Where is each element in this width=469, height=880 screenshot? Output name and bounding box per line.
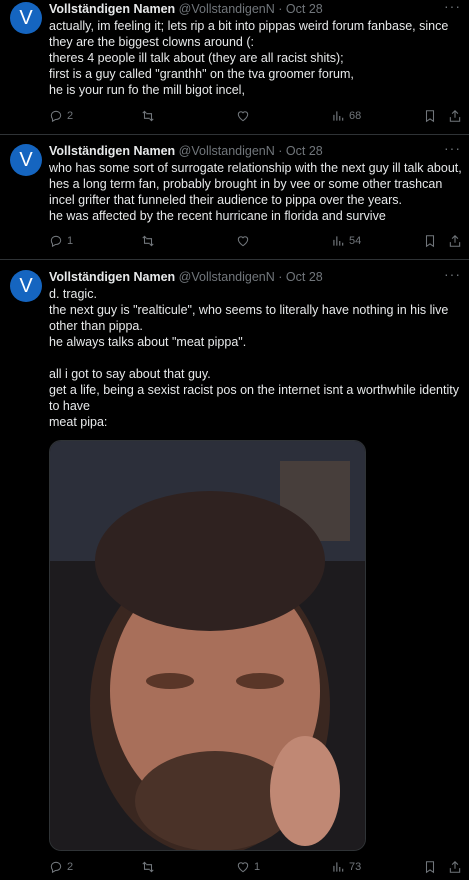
text-line: d. tragic.: [49, 287, 97, 301]
share-button[interactable]: [448, 234, 462, 248]
views-button[interactable]: 54: [331, 234, 361, 248]
text-line: he is your run fo the mill bigot incel,: [49, 83, 245, 97]
author-name[interactable]: Vollständigen Namen: [49, 2, 175, 16]
tweet-text: d. tragic. the next guy is "realticule",…: [49, 286, 464, 430]
text-line: incel grifter that funneled their audien…: [49, 193, 402, 207]
avatar[interactable]: V: [10, 144, 42, 176]
tweet-photo[interactable]: [49, 440, 366, 851]
share-icon: [449, 235, 461, 247]
author-name[interactable]: Vollständigen Namen: [49, 270, 175, 284]
heart-icon: [237, 862, 249, 873]
action-bar: 2 1 73: [0, 860, 469, 876]
retweet-icon: [142, 110, 154, 122]
reply-count: 2: [67, 861, 74, 873]
author-handle[interactable]: @VollstandigenN: [179, 270, 275, 284]
views-icon: [333, 236, 344, 246]
retweet-button[interactable]: [141, 234, 155, 248]
views-count: 73: [349, 861, 362, 873]
bookmark-icon: [425, 235, 435, 248]
text-line: get a life, being a sexist racist pos on…: [49, 383, 459, 397]
text-line: all i got to say about that guy.: [49, 367, 211, 381]
reply-icon: [50, 861, 62, 874]
heart-icon: [237, 111, 249, 122]
retweet-icon: [142, 861, 154, 873]
reply-button[interactable]: 2: [49, 109, 73, 123]
more-options-icon[interactable]: ···: [444, 266, 461, 282]
text-line: meat pipa:: [49, 415, 108, 429]
separator: ·: [278, 144, 283, 158]
author-handle[interactable]: @VollstandigenN: [179, 144, 275, 158]
avatar[interactable]: V: [10, 270, 42, 302]
tweet-header: Vollständigen Namen @VollstandigenN · Oc…: [49, 269, 323, 285]
views-button[interactable]: 68: [331, 109, 361, 123]
share-button[interactable]: [448, 860, 462, 874]
text-line: he was affected by the recent hurricane …: [49, 209, 386, 223]
text-line: actually, im feeling it; lets rip a bit …: [49, 19, 449, 33]
like-button[interactable]: [236, 109, 250, 123]
text-line: he always talks about "meat pippa".: [49, 335, 247, 349]
views-icon: [333, 862, 344, 872]
bookmark-button[interactable]: [423, 860, 437, 874]
action-bar: 1 54: [0, 234, 469, 250]
bookmark-icon: [425, 861, 435, 874]
reply-icon: [50, 235, 62, 248]
reply-button[interactable]: 2: [49, 860, 73, 874]
reply-icon: [50, 110, 62, 123]
tweet-date[interactable]: Oct 28: [286, 270, 323, 284]
text-line: to have: [49, 399, 91, 413]
text-line: who has some sort of surrogate relations…: [49, 161, 462, 175]
like-button[interactable]: 1: [236, 860, 260, 874]
separator: ·: [278, 270, 283, 284]
author-handle[interactable]: @VollstandigenN: [179, 2, 275, 16]
views-icon: [333, 111, 344, 121]
tweet-2[interactable]: V Vollständigen Namen @VollstandigenN · …: [0, 140, 469, 254]
tweet-1[interactable]: V Vollständigen Namen @VollstandigenN · …: [0, 0, 469, 128]
views-count: 68: [349, 110, 362, 122]
text-line: [49, 350, 464, 366]
text-line: the next guy is "realticule", who seems …: [49, 303, 449, 317]
author-name[interactable]: Vollständigen Namen: [49, 144, 175, 158]
bookmark-icon: [425, 110, 435, 123]
reply-count: 2: [67, 110, 74, 122]
tweet-header: Vollständigen Namen @VollstandigenN · Oc…: [49, 1, 323, 17]
share-icon: [449, 861, 461, 873]
tweet-header: Vollständigen Namen @VollstandigenN · Oc…: [49, 143, 323, 159]
views-count: 54: [349, 235, 362, 247]
text-line: first is a guy called "granthh" on the t…: [49, 67, 354, 81]
text-line: theres 4 people ill talk about (they are…: [49, 51, 344, 65]
reply-count: 1: [67, 235, 74, 247]
divider: [0, 134, 469, 135]
bookmark-button[interactable]: [423, 109, 437, 123]
more-options-icon[interactable]: ···: [444, 140, 461, 156]
retweet-icon: [142, 235, 154, 247]
tweet-text: who has some sort of surrogate relations…: [49, 160, 464, 224]
divider: [0, 259, 469, 260]
reply-button[interactable]: 1: [49, 234, 73, 248]
text-line: other than pippa.: [49, 319, 143, 333]
bookmark-button[interactable]: [423, 234, 437, 248]
text-line: hes a long term fan, probably brought in…: [49, 177, 443, 191]
heart-icon: [237, 236, 249, 247]
like-count: 1: [254, 861, 261, 873]
action-bar: 2 68: [0, 109, 469, 125]
views-button[interactable]: 73: [331, 860, 361, 874]
tweet-text: actually, im feeling it; lets rip a bit …: [49, 18, 464, 98]
photo-placeholder: [50, 441, 365, 850]
share-button[interactable]: [448, 109, 462, 123]
like-button[interactable]: [236, 234, 250, 248]
separator: ·: [278, 2, 283, 16]
more-options-icon[interactable]: ···: [444, 0, 461, 14]
tweet-date[interactable]: Oct 28: [286, 144, 323, 158]
tweet-date[interactable]: Oct 28: [286, 2, 323, 16]
text-line: they are the biggest clowns around (:: [49, 35, 254, 49]
retweet-button[interactable]: [141, 860, 155, 874]
avatar[interactable]: V: [10, 2, 42, 34]
retweet-button[interactable]: [141, 109, 155, 123]
share-icon: [449, 110, 461, 122]
